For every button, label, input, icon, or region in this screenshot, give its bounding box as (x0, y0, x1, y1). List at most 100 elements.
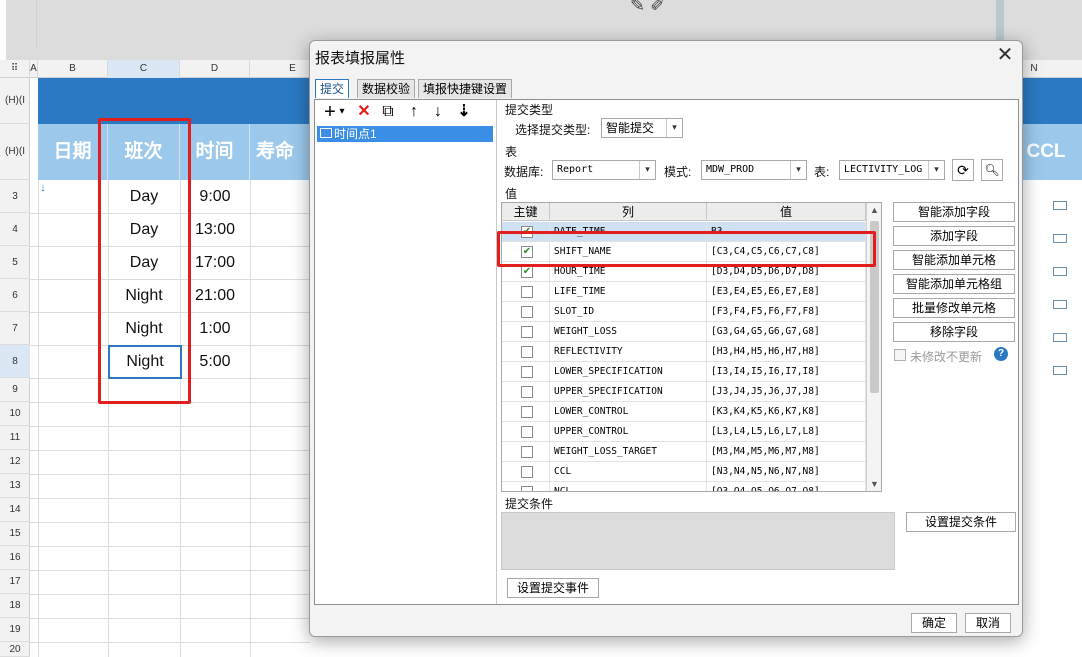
value-cell[interactable]: [M3,M4,M5,M6,M7,M8] (707, 442, 866, 462)
value-cell[interactable]: [F3,F4,F5,F6,F7,F8] (707, 302, 866, 322)
row-header[interactable]: 19 (0, 618, 30, 642)
column-name-cell[interactable]: LIFE_TIME (550, 282, 707, 302)
sort-icon[interactable]: ⇣ (455, 103, 473, 121)
value-cell[interactable]: [N3,N4,N5,N6,N7,N8] (707, 462, 866, 482)
column-header-key[interactable]: 主键 (502, 203, 550, 221)
column-name-cell[interactable]: UPPER_CONTROL (550, 422, 707, 442)
value-cell[interactable]: [O3,O4,O5,O6,O7,O8] (707, 482, 866, 491)
row-header[interactable]: 13 (0, 474, 30, 498)
set-submit-event-button[interactable]: 设置提交事件 (507, 578, 599, 598)
row-header[interactable]: 10 (0, 402, 30, 426)
database-select[interactable]: Report ▾ (552, 160, 656, 180)
primary-key-checkbox[interactable]: ✔ (521, 266, 533, 278)
schema-select[interactable]: MDW_PROD ▾ (701, 160, 807, 180)
primary-key-checkbox[interactable] (521, 366, 533, 378)
row-header[interactable]: 14 (0, 498, 30, 522)
table-select[interactable]: LECTIVITY_LOG ▾ (839, 160, 945, 180)
table-row[interactable]: UPPER_SPECIFICATION [J3,J4,J5,J6,J7,J8] (502, 382, 866, 402)
primary-key-checkbox[interactable] (521, 466, 533, 478)
column-name-cell[interactable]: WEIGHT_LOSS_TARGET (550, 442, 707, 462)
table-row[interactable]: LOWER_SPECIFICATION [I3,I4,I5,I6,I7,I8] (502, 362, 866, 382)
table-row[interactable]: LOWER_CONTROL [K3,K4,K5,K6,K7,K8] (502, 402, 866, 422)
column-header-c[interactable]: C (108, 60, 180, 78)
primary-key-checkbox[interactable] (521, 286, 533, 298)
row-header[interactable]: 15 (0, 522, 30, 546)
row-header[interactable]: 9 (0, 378, 30, 402)
row-header[interactable]: 4 (0, 213, 30, 246)
table-row[interactable]: NCL [O3,O4,O5,O6,O7,O8] (502, 482, 866, 491)
add-field-button[interactable]: 添加字段 (893, 226, 1015, 246)
column-name-cell[interactable]: UPPER_SPECIFICATION (550, 382, 707, 402)
row-header[interactable]: 17 (0, 570, 30, 594)
tab-data-validation[interactable]: 数据校验 (357, 79, 416, 98)
column-header-b[interactable]: B (38, 60, 108, 78)
column-name-cell[interactable]: WEIGHT_LOSS (550, 322, 707, 342)
row-header[interactable]: 20 (0, 642, 30, 657)
primary-key-checkbox[interactable] (521, 406, 533, 418)
column-name-cell[interactable]: REFLECTIVITY (550, 342, 707, 362)
value-cell[interactable]: [I3,I4,I5,I6,I7,I8] (707, 362, 866, 382)
submit-type-select[interactable]: 智能提交 ▾ (601, 118, 683, 138)
primary-key-checkbox[interactable] (521, 386, 533, 398)
row-checkbox[interactable] (1053, 201, 1067, 210)
row-checkbox[interactable] (1053, 300, 1067, 309)
set-submit-condition-button[interactable]: 设置提交条件 (906, 512, 1016, 532)
row-header[interactable]: 7 (0, 312, 30, 345)
row-header[interactable]: 3 (0, 180, 30, 213)
delete-icon[interactable]: ✕ (355, 103, 373, 121)
primary-key-checkbox[interactable] (521, 306, 533, 318)
row-header[interactable]: 16 (0, 546, 30, 570)
primary-key-checkbox[interactable] (521, 326, 533, 338)
column-header-column[interactable]: 列 (550, 203, 707, 221)
value-cell[interactable]: [K3,K4,K5,K6,K7,K8] (707, 402, 866, 422)
chevron-down-icon[interactable]: ▾ (337, 103, 347, 121)
column-name-cell[interactable]: SLOT_ID (550, 302, 707, 322)
smart-add-field-button[interactable]: 智能添加字段 (893, 202, 1015, 222)
tab-shortcut-settings[interactable]: 填报快捷键设置 (418, 79, 513, 98)
help-icon[interactable]: ? (994, 347, 1008, 361)
value-cell[interactable]: [H3,H4,H5,H6,H7,H8] (707, 342, 866, 362)
table-row[interactable]: REFLECTIVITY [H3,H4,H5,H6,H7,H8] (502, 342, 866, 362)
row-header[interactable]: 11 (0, 426, 30, 450)
cancel-button[interactable]: 取消 (965, 613, 1011, 633)
column-name-cell[interactable]: LOWER_CONTROL (550, 402, 707, 422)
row-checkbox[interactable] (1053, 267, 1067, 276)
chevron-up-icon[interactable]: ▲ (867, 203, 881, 217)
smart-add-cell-group-button[interactable]: 智能添加单元格组 (893, 274, 1015, 294)
preview-icon[interactable]: 🔍︎ (981, 159, 1003, 181)
edit-pen-icon[interactable]: ✎ ✐ (630, 0, 710, 14)
column-name-cell[interactable]: CCL (550, 462, 707, 482)
move-down-icon[interactable]: ↓ (429, 103, 447, 121)
row-header-2[interactable]: (H)(I (0, 124, 30, 180)
primary-key-checkbox[interactable] (521, 346, 533, 358)
row-checkbox[interactable] (1053, 234, 1067, 243)
primary-key-checkbox[interactable] (521, 486, 533, 491)
tree-item-timepoint[interactable]: 时间点1 (317, 126, 493, 142)
table-row[interactable]: WEIGHT_LOSS_TARGET [M3,M4,M5,M6,M7,M8] (502, 442, 866, 462)
value-cell[interactable]: [E3,E4,E5,E6,E7,E8] (707, 282, 866, 302)
select-all-corner[interactable]: ⠿ (0, 60, 30, 78)
row-header-1[interactable]: (H)(I (0, 78, 30, 124)
close-icon[interactable]: ✕ (994, 45, 1016, 67)
ok-button[interactable]: 确定 (911, 613, 957, 633)
value-cell[interactable]: [G3,G4,G5,G6,G7,G8] (707, 322, 866, 342)
table-row[interactable]: SLOT_ID [F3,F4,F5,F6,F7,F8] (502, 302, 866, 322)
smart-add-cell-button[interactable]: 智能添加单元格 (893, 250, 1015, 270)
table-row[interactable]: LIFE_TIME [E3,E4,E5,E6,E7,E8] (502, 282, 866, 302)
value-cell[interactable]: [L3,L4,L5,L6,L7,L8] (707, 422, 866, 442)
row-header[interactable]: 12 (0, 450, 30, 474)
column-name-cell[interactable]: LOWER_SPECIFICATION (550, 362, 707, 382)
table-row[interactable]: UPPER_CONTROL [L3,L4,L5,L6,L7,L8] (502, 422, 866, 442)
remove-field-button[interactable]: 移除字段 (893, 322, 1015, 342)
chevron-down-icon[interactable]: ▼ (867, 477, 881, 491)
column-header-value[interactable]: 值 (707, 203, 866, 221)
column-header-a[interactable]: A (30, 60, 38, 78)
header-ccl[interactable]: CCL (1024, 124, 1068, 180)
refresh-icon[interactable]: ⟳ (952, 159, 974, 181)
table-row[interactable]: CCL [N3,N4,N5,N6,N7,N8] (502, 462, 866, 482)
primary-key-checkbox[interactable] (521, 426, 533, 438)
row-header[interactable]: 6 (0, 279, 30, 312)
row-header-selected[interactable]: 8 (0, 345, 30, 378)
column-header-n[interactable]: N (1024, 60, 1044, 78)
row-header[interactable]: 5 (0, 246, 30, 279)
